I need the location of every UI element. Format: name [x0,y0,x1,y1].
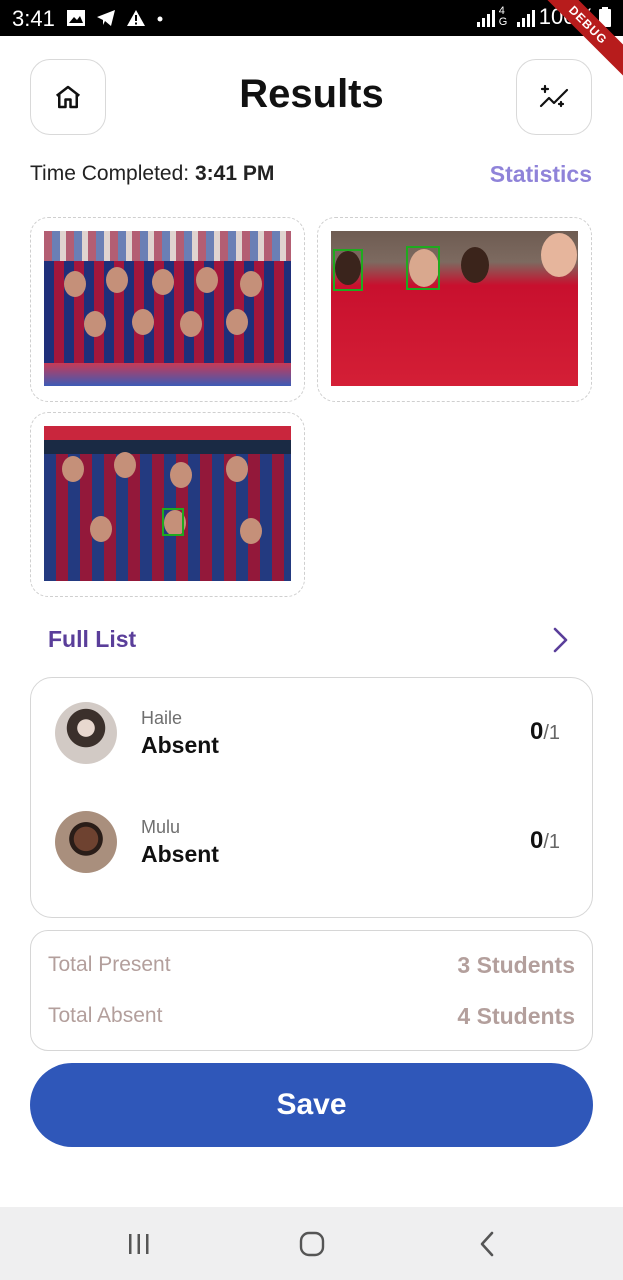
statistics-link[interactable]: Statistics [490,161,592,188]
signal-icon-2 [516,7,535,27]
player-head [152,269,174,295]
save-button[interactable]: Save [30,1063,593,1147]
player-head [90,516,112,542]
student-status: Absent [141,732,219,758]
score-value: 0 [529,718,544,745]
photo-card-3[interactable] [30,412,305,597]
score-total: /1 [543,831,560,853]
score-value: 0 [529,827,544,854]
player-head [226,309,248,335]
player-head [240,271,262,297]
player-head [196,267,218,293]
student-score: 0/1 [530,827,560,855]
time-completed-value: 3:41 PM [194,162,275,185]
sparkle-chart-icon [539,84,569,108]
total-absent-value: 4 Students [457,1003,575,1029]
player-head [240,518,262,544]
back-chevron-icon [480,1231,494,1257]
player-head [170,462,192,488]
telegram-icon [97,10,115,26]
time-completed: Time Completed: 3:41 PM [30,162,274,186]
analytics-button[interactable] [516,59,592,135]
avatar [55,702,117,764]
stadium-banner [44,426,291,440]
player-head [541,233,577,277]
player-head [226,456,248,482]
player-head [106,267,128,293]
player-head [132,309,154,335]
crowd-background [44,231,291,261]
home-circle-icon [299,1231,325,1257]
student-status: Absent [141,841,219,867]
player-head [62,456,84,482]
player-head [461,247,489,283]
face-detection-box [333,249,363,291]
team-photo-1 [44,231,291,386]
player-head [180,311,202,337]
player-head [84,311,106,337]
dot-icon [157,16,163,22]
signal-icon [476,7,495,27]
image-icon [67,10,85,26]
score-total: /1 [543,722,560,744]
player-head [64,271,86,297]
totals-card: Total Present 3 Students Total Absent 4 … [30,930,593,1051]
total-present-value: 3 Students [457,952,575,978]
list-item[interactable]: Mulu Absent 0/1 [55,811,570,875]
team-photo-2 [331,231,578,386]
photo-card-1[interactable] [30,217,305,402]
back-button[interactable] [467,1227,507,1261]
time-completed-label: Time Completed: [30,162,190,185]
status-bar: 3:41 4G 100% DEBUG [0,0,623,86]
status-time: 3:41 [12,6,55,31]
photo-card-2[interactable] [317,217,592,402]
student-name: Mulu [141,817,181,837]
warning-icon [127,10,145,26]
recent-apps-button[interactable] [119,1227,159,1261]
student-list: Haile Absent 0/1 Mulu Absent 0/1 [30,677,593,918]
status-notification-icons [66,8,164,28]
student-score: 0/1 [530,718,560,746]
total-absent-label: Total Absent [48,1004,163,1027]
recent-apps-icon [129,1234,149,1254]
full-list-title[interactable]: Full List [48,626,136,653]
student-name: Haile [141,708,183,728]
total-present-label: Total Present [48,953,171,976]
face-detection-box [406,246,440,290]
player-head [114,452,136,478]
home-nav-button[interactable] [292,1227,332,1261]
list-item[interactable]: Haile Absent 0/1 [55,702,570,766]
network-type: 4G [498,5,508,28]
avatar [55,811,117,873]
chevron-right-icon[interactable] [546,626,574,654]
team-photo-3 [44,426,291,581]
system-nav-bar [0,1207,623,1280]
face-detection-box [162,508,184,536]
